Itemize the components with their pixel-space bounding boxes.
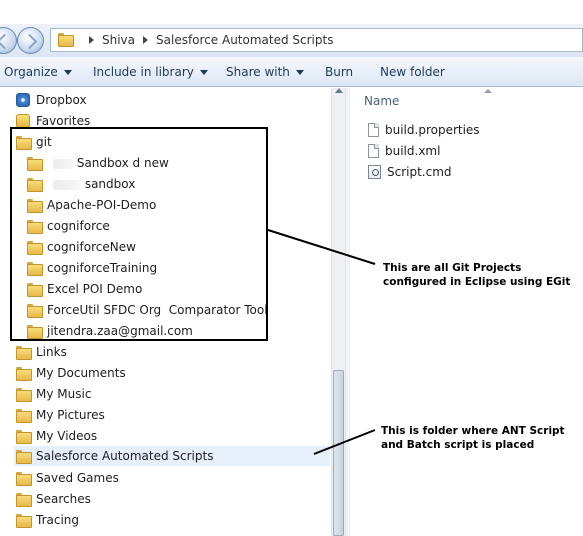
git-projects-annotation: This are all Git Projects configured in … [383, 262, 571, 288]
git-callout-line [267, 229, 376, 265]
folder-annotation: This is folder where ANT Script and Batc… [381, 425, 565, 451]
folder-callout-line [313, 429, 376, 455]
